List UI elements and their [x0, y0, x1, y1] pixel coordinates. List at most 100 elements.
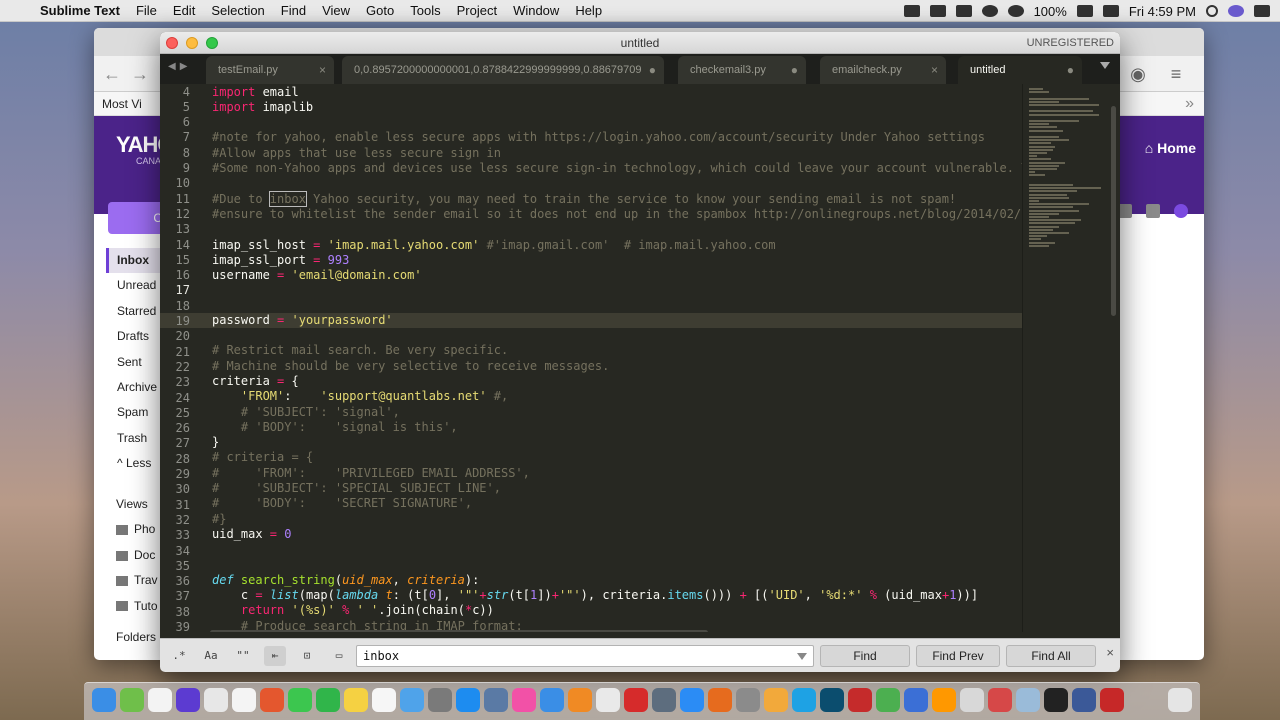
tab-numbers[interactable]: 0,0.8957200000000001,0.8788422999999999,… — [342, 56, 664, 84]
minimize-window-icon[interactable] — [186, 37, 198, 49]
firefox-icon[interactable] — [708, 688, 732, 712]
dropbox-icon[interactable] — [903, 5, 920, 17]
find-close-icon[interactable]: × — [1106, 645, 1114, 660]
find-history-dropdown-icon[interactable] — [797, 653, 807, 660]
flag-icon[interactable] — [1102, 5, 1119, 17]
facetime-icon[interactable] — [316, 688, 340, 712]
highlight-matches-toggle[interactable]: ▭ — [328, 646, 350, 666]
whole-word-toggle[interactable]: "" — [232, 646, 254, 666]
safari-icon[interactable] — [680, 688, 704, 712]
tab-checkemail3[interactable]: checkemail3.py ● — [678, 56, 806, 84]
tab-dirty-dot-icon[interactable]: ● — [649, 56, 656, 84]
skype-icon[interactable] — [792, 688, 816, 712]
find-all-button[interactable]: Find All — [1006, 645, 1096, 667]
virtualbox-icon[interactable] — [652, 688, 676, 712]
red-cube-icon[interactable] — [1100, 688, 1124, 712]
menu-icon[interactable]: ≡ — [1166, 64, 1186, 84]
find-prev-button[interactable]: Find Prev — [916, 645, 1000, 667]
find-input[interactable]: inbox — [356, 645, 814, 667]
notes-icon[interactable] — [344, 688, 368, 712]
screen-icon[interactable] — [929, 5, 946, 17]
menu-view[interactable]: View — [322, 3, 350, 18]
chevron-right-icon[interactable]: » — [1185, 92, 1194, 116]
view-documents[interactable]: Doc — [116, 543, 158, 568]
textedit-icon[interactable] — [596, 688, 620, 712]
tab-emailcheck[interactable]: emailcheck.py × — [820, 56, 946, 84]
menu-goto[interactable]: Goto — [366, 3, 394, 18]
tab-close-icon[interactable]: × — [931, 56, 938, 84]
home-link[interactable]: ⌂ Home — [1145, 140, 1196, 156]
finder-icon[interactable] — [92, 688, 116, 712]
colorsync-icon[interactable] — [260, 688, 284, 712]
menu-selection[interactable]: Selection — [211, 3, 264, 18]
menu-project[interactable]: Project — [457, 3, 497, 18]
sketch-icon[interactable] — [764, 688, 788, 712]
mail-icon[interactable] — [904, 688, 928, 712]
maximize-window-icon[interactable] — [206, 37, 218, 49]
contacts-app-icon[interactable] — [204, 688, 228, 712]
maps-icon[interactable] — [120, 688, 144, 712]
chrome-icon[interactable] — [876, 688, 900, 712]
app-store-icon[interactable] — [456, 688, 480, 712]
notepad-icon[interactable] — [1146, 204, 1160, 218]
battery-icon[interactable] — [1076, 5, 1093, 17]
preview-icon[interactable] — [484, 688, 508, 712]
calendar-icon[interactable] — [148, 688, 172, 712]
script-editor-icon[interactable] — [960, 688, 984, 712]
menu-help[interactable]: Help — [575, 3, 602, 18]
find-button[interactable]: Find — [820, 645, 910, 667]
keynote-podium-icon[interactable] — [540, 688, 564, 712]
menu-file[interactable]: File — [136, 3, 157, 18]
code-editor[interactable]: 4 5 6 7 8 9 10 11 12 13 14 15 16 17 18 19 20 21 22 23 24 25 26… — [160, 84, 1120, 632]
trash-icon[interactable] — [1168, 688, 1192, 712]
horizontal-scrollbar[interactable] — [210, 630, 708, 632]
tab-dirty-dot-icon[interactable]: ● — [1067, 56, 1074, 84]
ibooks-icon[interactable] — [568, 688, 592, 712]
launchpad-icon[interactable] — [176, 688, 200, 712]
close-window-icon[interactable] — [166, 37, 178, 49]
live-app-icon[interactable] — [1072, 688, 1096, 712]
display-icon[interactable] — [955, 5, 972, 17]
compose-button[interactable]: C — [108, 202, 168, 234]
tab-testemail[interactable]: testEmail.py × — [206, 56, 334, 84]
back-arrow-icon[interactable]: ← — [102, 64, 122, 84]
vertical-scrollbar[interactable] — [1111, 106, 1116, 316]
keynote-icon[interactable] — [400, 688, 424, 712]
tab-untitled[interactable]: untitled ● — [958, 56, 1082, 84]
view-travel[interactable]: Trav — [116, 568, 158, 593]
view-photos[interactable]: Pho — [116, 517, 158, 542]
notification-center-icon[interactable] — [1254, 5, 1270, 17]
acrobat-icon[interactable] — [624, 688, 648, 712]
menu-edit[interactable]: Edit — [173, 3, 195, 18]
tab-dirty-dot-icon[interactable]: ● — [791, 56, 798, 84]
menu-find[interactable]: Find — [281, 3, 306, 18]
menu-tools[interactable]: Tools — [410, 3, 440, 18]
tab-scroll-arrows-icon[interactable]: ◀▶ — [168, 61, 191, 72]
account-icon[interactable]: ◉ — [1128, 64, 1148, 84]
photos-icon[interactable] — [232, 688, 256, 712]
contacts-icon[interactable] — [1118, 204, 1132, 218]
terminal-icon[interactable] — [1044, 688, 1068, 712]
regex-toggle[interactable]: .* — [168, 646, 190, 666]
utility-icon[interactable] — [736, 688, 760, 712]
wrap-toggle[interactable]: ⇤ — [264, 646, 286, 666]
filezilla-icon[interactable] — [848, 688, 872, 712]
messages-icon[interactable] — [288, 688, 312, 712]
siri-icon[interactable] — [1228, 5, 1244, 17]
view-tutorials[interactable]: Tuto — [116, 594, 158, 619]
reminders-icon[interactable] — [372, 688, 396, 712]
sublime-text-icon[interactable] — [932, 688, 956, 712]
cube-app-icon[interactable] — [1016, 688, 1040, 712]
tab-close-icon[interactable]: × — [319, 56, 326, 84]
clock[interactable]: Fri 4:59 PM — [1129, 4, 1196, 19]
spotlight-icon[interactable] — [1206, 5, 1218, 17]
menu-app-name[interactable]: Sublime Text — [40, 3, 120, 18]
bluetooth-icon[interactable] — [981, 5, 998, 17]
forward-arrow-icon[interactable]: → — [130, 64, 150, 84]
quicktime-icon[interactable] — [820, 688, 844, 712]
tab-list-dropdown-icon[interactable] — [1100, 62, 1110, 69]
system-preferences-icon[interactable] — [428, 688, 452, 712]
bookmark-most-visited[interactable]: Most Vi — [102, 97, 142, 111]
itunes-icon[interactable] — [512, 688, 536, 712]
settings-gear-icon[interactable] — [1174, 204, 1188, 218]
